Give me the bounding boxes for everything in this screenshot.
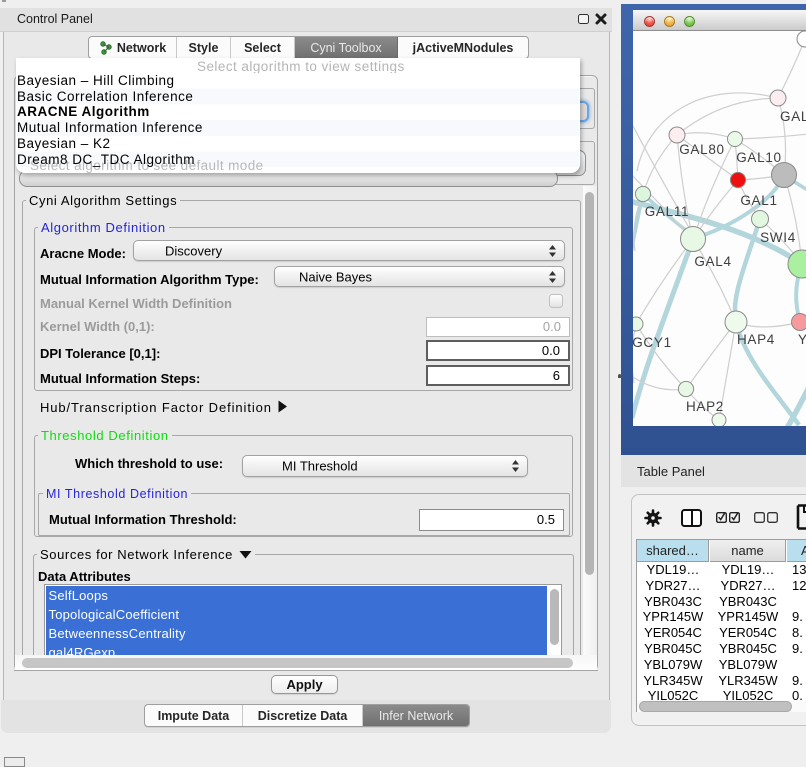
svg-text:GAL80: GAL80 (679, 142, 725, 157)
svg-text:HAP4: HAP4 (737, 332, 775, 347)
svg-text:GAL11: GAL11 (645, 204, 690, 219)
svg-text:HAP2: HAP2 (686, 399, 724, 414)
svg-text:GAL4: GAL4 (694, 254, 731, 269)
svg-text:SWI4: SWI4 (760, 230, 796, 245)
svg-text:GCY1: GCY1 (633, 335, 672, 350)
svg-text:GAL7: GAL7 (780, 109, 806, 124)
svg-text:GAL1: GAL1 (740, 193, 777, 208)
svg-text:YM: YM (798, 332, 806, 347)
svg-text:GAL10: GAL10 (736, 150, 782, 165)
